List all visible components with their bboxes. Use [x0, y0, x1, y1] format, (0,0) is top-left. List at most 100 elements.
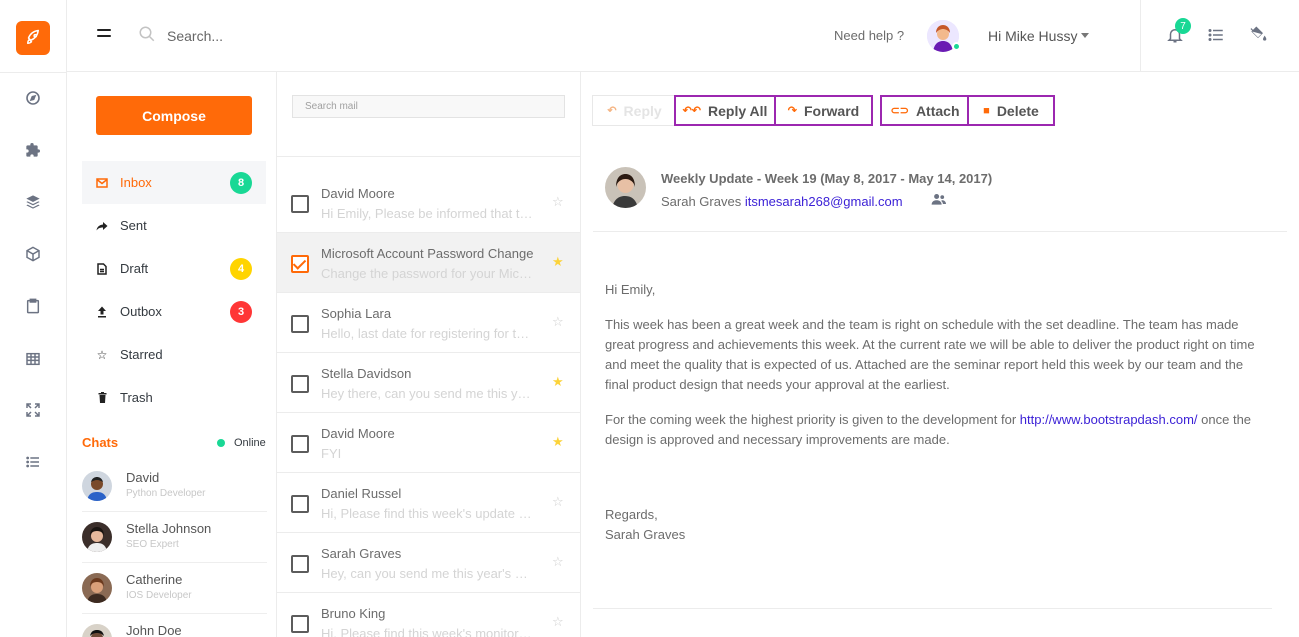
top-navbar: Need help ? Hi Mike Hussy 7	[67, 0, 1299, 72]
upload-icon	[96, 306, 108, 318]
online-label: Online	[234, 437, 266, 449]
nav-item-draft[interactable]: Draft 4	[82, 247, 266, 290]
layers-icon[interactable]	[24, 193, 42, 211]
paragraph-text: For the coming week the highest priority…	[605, 412, 1020, 427]
mail-preview: FYI	[321, 446, 342, 461]
chat-role: SEO Expert	[126, 539, 179, 550]
box-icon[interactable]	[24, 245, 42, 263]
mail-preview: Hello, last date for registering for the…	[321, 326, 533, 341]
mail-checkbox[interactable]	[291, 255, 309, 273]
mail-signature: Sarah Graves	[605, 527, 686, 542]
nav-item-label: Draft	[120, 261, 149, 276]
chat-role: IOS Developer	[126, 590, 192, 601]
mail-checkbox[interactable]	[291, 375, 309, 393]
star-icon[interactable]: ☆	[552, 554, 564, 570]
search-icon	[138, 25, 156, 46]
reply-icon: ↶	[607, 105, 617, 117]
mail-checkbox[interactable]	[291, 615, 309, 633]
mail-sender: David Moore	[321, 426, 395, 441]
mail-preview: Hi Emily, Please be informed that the ne…	[321, 206, 533, 221]
bootstrapdash-link[interactable]: http://www.bootstrapdash.com/	[1020, 412, 1198, 427]
mail-greeting: Hi Emily,	[605, 282, 656, 297]
avatar	[82, 522, 112, 552]
mail-checkbox[interactable]	[291, 435, 309, 453]
nav-item-trash[interactable]: Trash	[82, 376, 266, 419]
delete-button[interactable]: ■ Delete	[967, 95, 1055, 126]
nav-item-inbox[interactable]: Inbox 8	[82, 161, 266, 204]
grid-icon[interactable]	[24, 350, 42, 368]
reply-all-button[interactable]: ↶↶ Reply All	[674, 95, 776, 126]
list-icon[interactable]	[24, 453, 42, 471]
forward-button[interactable]: ↷ Forward	[774, 95, 873, 126]
paint-bucket-icon[interactable]	[1248, 24, 1268, 47]
mail-subject: Weekly Update - Week 19 (May 8, 2017 - M…	[661, 171, 993, 186]
mail-preview: Change the password for your Microsoft A…	[321, 266, 533, 281]
online-status: Online	[217, 437, 266, 449]
mail-sender: David Moore	[321, 186, 395, 201]
star-filled-icon[interactable]: ★	[552, 254, 564, 270]
star-icon[interactable]: ☆	[552, 194, 564, 210]
rocket-logo-icon[interactable]	[16, 21, 50, 55]
chat-item[interactable]: David Python Developer	[82, 461, 267, 512]
star-filled-icon[interactable]: ★	[552, 374, 564, 390]
mail-sender: Bruno King	[321, 606, 386, 621]
chat-item[interactable]: Stella Johnson SEO Expert	[82, 512, 267, 563]
mail-row[interactable]: Sophia Lara Hello, last date for registe…	[277, 293, 580, 353]
star-filled-icon[interactable]: ★	[552, 434, 564, 450]
chat-item[interactable]: John Doe	[82, 614, 267, 637]
reply-button[interactable]: ↶ Reply	[592, 95, 677, 126]
draft-count-badge: 4	[230, 257, 252, 280]
sender-name: Sarah Graves	[661, 194, 742, 209]
mail-paragraph: For the coming week the highest priority…	[605, 410, 1270, 450]
online-status-dot	[952, 42, 961, 51]
puzzle-icon[interactable]	[24, 141, 42, 159]
global-search-input[interactable]	[167, 26, 467, 46]
compass-icon[interactable]	[24, 89, 42, 107]
mail-paragraph: This week has been a great week and the …	[605, 317, 1255, 392]
chat-name: John Doe	[126, 623, 182, 637]
nav-item-label: Starred	[120, 347, 163, 362]
mail-row[interactable]: Bruno King Hi, Please find this week's m…	[277, 593, 580, 637]
attach-label: Attach	[915, 102, 960, 119]
star-icon[interactable]: ☆	[552, 314, 564, 330]
menu-toggle-icon[interactable]	[97, 29, 111, 39]
mail-row[interactable]: Daniel Russel Hi, Please find this week'…	[277, 473, 580, 533]
mail-checkbox[interactable]	[291, 555, 309, 573]
mail-preview: Hey, can you send me this year's peforma…	[321, 566, 533, 581]
people-icon[interactable]	[931, 193, 946, 208]
clipboard-icon[interactable]	[24, 297, 42, 315]
mail-checkbox[interactable]	[291, 315, 309, 333]
star-icon[interactable]: ☆	[552, 494, 564, 510]
chats-heading: Chats	[82, 435, 119, 450]
nav-item-starred[interactable]: ☆ Starred	[82, 333, 266, 376]
mail-list: David Moore Hi Emily, Please be informed…	[277, 72, 581, 637]
mail-sender: Microsoft Account Password Change	[321, 246, 534, 261]
task-list-icon[interactable]	[1207, 26, 1225, 47]
chevron-down-icon[interactable]	[1081, 33, 1089, 38]
mail-row[interactable]: Microsoft Account Password Change Change…	[277, 233, 580, 293]
sender-email-link[interactable]: itsmesarah268@gmail.com	[745, 194, 903, 209]
mail-row[interactable]: Sarah Graves Hey, can you send me this y…	[277, 533, 580, 593]
user-greeting[interactable]: Hi Mike Hussy	[988, 28, 1077, 44]
mail-row[interactable]: David Moore FYI ★	[277, 413, 580, 473]
outbox-count-badge: 3	[230, 300, 252, 323]
forward-label: Forward	[803, 102, 860, 119]
attach-button[interactable]: ⊂⊃ Attach	[880, 95, 970, 126]
nav-item-outbox[interactable]: Outbox 3	[82, 290, 266, 333]
trash-icon	[96, 392, 108, 404]
reply-all-label: Reply All	[708, 102, 768, 119]
reply-label: Reply	[623, 102, 662, 119]
expand-icon[interactable]	[24, 401, 42, 419]
mail-search-input[interactable]	[292, 95, 565, 118]
forward-icon: ↷	[787, 105, 797, 117]
share-icon	[96, 220, 108, 232]
mail-checkbox[interactable]	[291, 495, 309, 513]
chat-item[interactable]: Catherine IOS Developer	[82, 563, 267, 614]
nav-item-sent[interactable]: Sent	[82, 204, 266, 247]
help-link[interactable]: Need help ?	[834, 28, 904, 43]
mail-row[interactable]: Stella Davidson Hey there, can you send …	[277, 353, 580, 413]
compose-button[interactable]: Compose	[96, 96, 252, 135]
star-icon[interactable]: ☆	[552, 614, 564, 630]
mail-row[interactable]: David Moore Hi Emily, Please be informed…	[277, 173, 580, 233]
mail-checkbox[interactable]	[291, 195, 309, 213]
